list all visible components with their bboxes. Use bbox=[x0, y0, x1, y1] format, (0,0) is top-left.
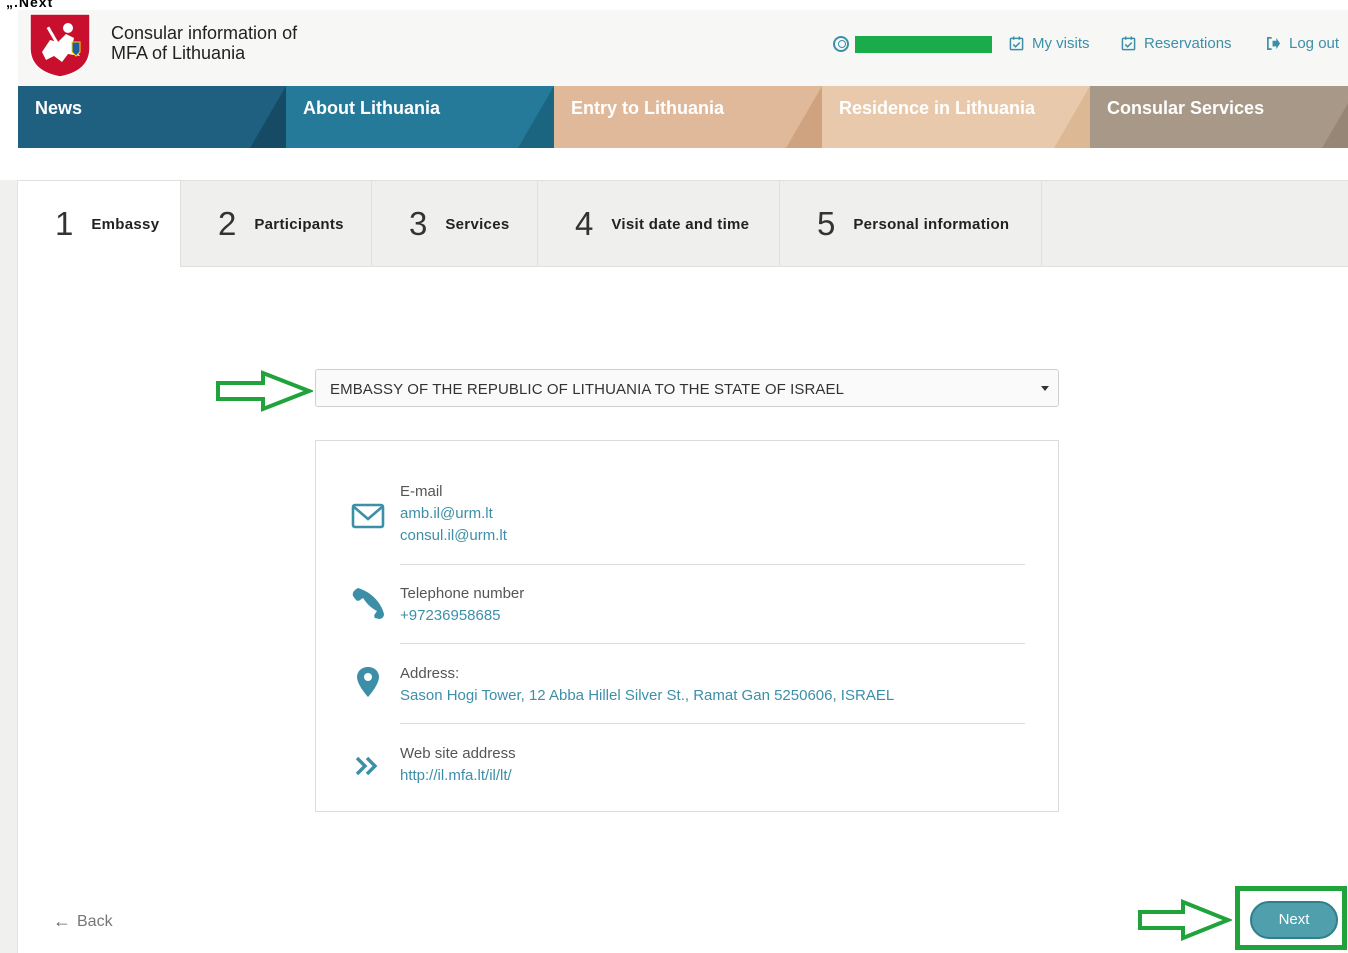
user-circle-icon bbox=[833, 36, 849, 52]
embassy-info-card: E-mail amb.il@urm.lt consul.il@urm.lt Te… bbox=[315, 440, 1059, 812]
cropped-caption: „.Next bbox=[6, 0, 54, 10]
nav-item-consular-services[interactable]: Consular Services bbox=[1090, 86, 1348, 148]
step-label: Embassy bbox=[91, 215, 160, 233]
step-number: 4 bbox=[575, 205, 594, 242]
step-number: 1 bbox=[55, 205, 74, 242]
double-chevron-right-icon bbox=[355, 756, 378, 776]
website-link[interactable]: http://il.mfa.lt/il/lt/ bbox=[400, 767, 512, 784]
nav-item-label: Residence in Lithuania bbox=[839, 98, 1036, 118]
brand-line-1: Consular information of bbox=[111, 23, 298, 43]
green-arrow-annotation-icon bbox=[216, 370, 313, 412]
log-out-label: Log out bbox=[1289, 35, 1340, 52]
telephone-link[interactable]: +97236958685 bbox=[400, 607, 501, 624]
address-value: Sason Hogi Tower, 12 Abba Hillel Silver … bbox=[400, 687, 895, 704]
step-personal-information[interactable]: 5 Personal information bbox=[780, 181, 1042, 267]
phone-icon bbox=[352, 588, 384, 619]
nav-item-label: News bbox=[35, 98, 83, 118]
nav-slant-decoration bbox=[250, 86, 286, 148]
lithuania-coat-of-arms-logo[interactable] bbox=[28, 12, 92, 78]
nav-item-news[interactable]: News bbox=[18, 86, 286, 148]
calendar-check-icon bbox=[1009, 36, 1024, 51]
website-label: Web site address bbox=[400, 745, 516, 762]
nav-item-about-lithuania[interactable]: About Lithuania bbox=[286, 86, 554, 148]
nav-item-residence-in-lithuania[interactable]: Residence in Lithuania bbox=[822, 86, 1090, 148]
site-header: Consular information of MFA of Lithuania… bbox=[18, 10, 1348, 86]
arrow-left-icon: ← bbox=[53, 911, 71, 931]
nav-item-entry-to-lithuania[interactable]: Entry to Lithuania bbox=[554, 86, 822, 148]
main-navigation: News About Lithuania Entry to Lithuania … bbox=[18, 86, 1348, 148]
reservations-label: Reservations bbox=[1144, 35, 1232, 52]
email-label: E-mail bbox=[400, 483, 443, 500]
row-divider bbox=[400, 643, 1025, 644]
brand-line-2: MFA of Lithuania bbox=[111, 43, 246, 63]
step-label: Visit date and time bbox=[611, 215, 750, 233]
map-pin-icon bbox=[357, 667, 379, 697]
nav-slant-decoration bbox=[1054, 86, 1090, 148]
nav-item-label: About Lithuania bbox=[303, 98, 440, 118]
step-participants[interactable]: 2 Participants bbox=[181, 181, 372, 267]
email-row: E-mail amb.il@urm.lt consul.il@urm.lt bbox=[351, 481, 1026, 561]
step-label: Services bbox=[445, 215, 510, 233]
step-label: Participants bbox=[254, 215, 344, 233]
step-embassy[interactable]: 1 Embassy bbox=[18, 181, 181, 267]
row-divider bbox=[400, 564, 1025, 565]
step-label: Personal information bbox=[853, 215, 1010, 233]
nav-slant-decoration bbox=[518, 86, 554, 148]
my-visits-link[interactable]: My visits bbox=[1009, 35, 1090, 52]
redacted-user-name bbox=[855, 35, 992, 53]
nav-slant-decoration bbox=[1322, 103, 1348, 148]
nav-item-label: Consular Services bbox=[1107, 98, 1265, 118]
page-root: „.Next Consular information of MFA of Li… bbox=[0, 0, 1348, 953]
step-number: 2 bbox=[218, 205, 237, 242]
green-arrow-annotation-icon bbox=[1138, 899, 1232, 941]
reservations-link[interactable]: Reservations bbox=[1121, 35, 1232, 52]
step-number: 5 bbox=[817, 205, 836, 242]
step-number: 3 bbox=[409, 205, 428, 242]
row-divider bbox=[400, 723, 1025, 724]
address-row: Address: Sason Hogi Tower, 12 Abba Hille… bbox=[351, 663, 1026, 723]
top-cropped-strip: „.Next bbox=[0, 0, 1348, 10]
back-label: Back bbox=[77, 912, 113, 930]
nav-item-label: Entry to Lithuania bbox=[571, 98, 724, 118]
booking-steps: 1 Embassy 2 Participants 3 Services 4 Vi… bbox=[18, 180, 1348, 267]
log-out-icon bbox=[1267, 37, 1281, 50]
next-button[interactable]: Next bbox=[1250, 901, 1338, 939]
left-rail bbox=[0, 180, 18, 953]
step-services[interactable]: 3 Services bbox=[372, 181, 538, 267]
telephone-label: Telephone number bbox=[400, 585, 525, 602]
address-label: Address: bbox=[400, 665, 460, 682]
step-visit-date-and-time[interactable]: 4 Visit date and time bbox=[538, 181, 780, 267]
chevron-down-icon bbox=[1041, 386, 1049, 391]
site-brand-title[interactable]: Consular information of MFA of Lithuania bbox=[111, 23, 297, 63]
nav-slant-decoration bbox=[786, 86, 822, 148]
calendar-check-icon bbox=[1121, 36, 1136, 51]
back-button[interactable]: ← Back bbox=[53, 911, 113, 932]
embassy-select[interactable]: EMBASSY OF THE REPUBLIC OF LITHUANIA TO … bbox=[315, 369, 1059, 407]
user-account-area[interactable] bbox=[833, 34, 992, 54]
website-row: Web site address http://il.mfa.lt/il/lt/ bbox=[351, 743, 1026, 803]
envelope-icon bbox=[351, 503, 385, 529]
email-link-1[interactable]: amb.il@urm.lt bbox=[400, 505, 493, 522]
email-link-2[interactable]: consul.il@urm.lt bbox=[400, 527, 507, 544]
telephone-row: Telephone number +97236958685 bbox=[351, 583, 1026, 643]
my-visits-label: My visits bbox=[1032, 35, 1090, 52]
log-out-link[interactable]: Log out bbox=[1266, 35, 1339, 52]
embassy-select-value: EMBASSY OF THE REPUBLIC OF LITHUANIA TO … bbox=[330, 381, 845, 398]
